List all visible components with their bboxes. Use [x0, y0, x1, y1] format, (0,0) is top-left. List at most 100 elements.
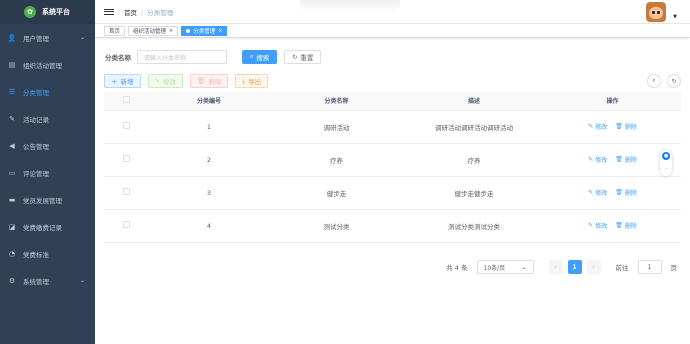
- row-delete-button[interactable]: 🗑 删除: [615, 122, 637, 131]
- next-page-button[interactable]: ›: [586, 260, 601, 274]
- select-all-header: [104, 92, 149, 111]
- refresh-icon: ↻: [292, 53, 298, 61]
- select-all-checkbox[interactable]: [123, 96, 130, 104]
- row-edit-button[interactable]: ✎ 修改: [588, 188, 607, 197]
- sidebar-item[interactable]: ◪ 党费缴费记录: [0, 213, 95, 240]
- close-icon[interactable]: ×: [169, 28, 173, 34]
- sidebar-item-label: 用户管理: [23, 34, 49, 43]
- row-checkbox[interactable]: [123, 122, 130, 129]
- chat-icon[interactable]: ●: [662, 152, 670, 160]
- column-header: 操作: [544, 92, 681, 111]
- sidebar-item[interactable]: 👤 用户管理 ⌄: [0, 24, 95, 51]
- page-suffix: 页: [670, 264, 678, 272]
- row-checkbox[interactable]: [123, 155, 130, 162]
- main-content: 分类名称 请输入分类名称 ⌕ 搜索 ↻ 重置 ＋新增 ✎ 修改 🗑 删除 ⤓ 导出 ⌕ ↻…: [95, 38, 690, 344]
- sidebar-item-label: 评论管理: [23, 169, 49, 178]
- tag-item[interactable]: 组织活动管理 ×: [128, 25, 179, 36]
- cell-desc: 健步走健步走: [404, 176, 544, 210]
- row-checkbox[interactable]: [123, 188, 130, 195]
- goto-page-input[interactable]: 1: [637, 260, 662, 274]
- table-row: 1 调研活动 调研活动调研活动调研活动 ✎ 修改 🗑 删除: [104, 110, 681, 144]
- sidebar-item[interactable]: ☰ 分类管理: [0, 78, 95, 105]
- edit-icon: ✎: [588, 156, 594, 163]
- export-button[interactable]: ⤓ 导出: [235, 74, 269, 88]
- edit-icon: ✎: [154, 77, 160, 85]
- chevron-down-icon: ⌄: [79, 277, 85, 284]
- prev-page-button[interactable]: ‹: [548, 260, 563, 274]
- sidebar-item-label: 党费缴费记录: [23, 223, 62, 232]
- reset-button[interactable]: ↻ 重置: [284, 50, 322, 64]
- sidebar-item-label: 系统管理: [23, 277, 49, 286]
- tag-item[interactable]: 首页: [104, 25, 126, 36]
- sidebar-item-label: 党员发展管理: [23, 196, 62, 205]
- hamburger-icon[interactable]: [104, 8, 114, 15]
- row-checkbox[interactable]: [123, 221, 130, 228]
- sidebar-item-label: 分类管理: [23, 88, 49, 97]
- folder-icon: ▬: [8, 195, 16, 204]
- toggle-search-icon[interactable]: ⌕: [647, 74, 661, 88]
- gear-icon: ⚙: [8, 276, 16, 285]
- app-logo: ✿ 系统平台: [0, 0, 95, 24]
- table-row: 4 测试分类 测试分类测试分类 ✎ 修改 🗑 删除: [104, 209, 681, 243]
- breadcrumb: 首页 / 分类管理: [124, 8, 174, 17]
- add-button[interactable]: ＋新增: [104, 74, 141, 88]
- row-delete-button[interactable]: 🗑 删除: [615, 221, 637, 230]
- sidebar-item[interactable]: ⚙ 系统管理 ⌄: [0, 267, 95, 294]
- search-form: 分类名称 请输入分类名称 ⌕ 搜索 ↻ 重置: [104, 50, 681, 64]
- edit-icon: ✎: [9, 114, 15, 123]
- close-icon[interactable]: ×: [218, 28, 222, 34]
- row-edit-button[interactable]: ✎ 修改: [588, 155, 607, 164]
- category-name-input[interactable]: 请输入分类名称: [137, 50, 227, 64]
- action-toolbar: ＋新增 ✎ 修改 🗑 删除 ⤓ 导出: [104, 74, 681, 88]
- cell-id: 3: [149, 176, 269, 210]
- cell-name: 健步走: [269, 176, 404, 210]
- trash-icon: 🗑: [196, 77, 206, 85]
- delete-button[interactable]: 🗑 删除: [189, 74, 229, 88]
- column-header: 分类名称: [269, 92, 404, 111]
- document-icon: ▤: [8, 60, 16, 69]
- sidebar-item[interactable]: ✎ 活动记录: [0, 105, 95, 132]
- sidebar-item-label: 党费标准: [23, 250, 49, 259]
- tag-item[interactable]: 分类管理 ×: [181, 25, 228, 36]
- cell-name: 疗养: [269, 143, 404, 177]
- breadcrumb-home[interactable]: 首页: [124, 9, 137, 17]
- row-delete-button[interactable]: 🗑 删除: [615, 155, 637, 164]
- sidebar: ✿ 系统平台 👤 用户管理 ⌄ ▤ 组织活动管理 ☰ 分类管理 ✎ 活动记录 ◀ 公告管理 ▭ 评论管理…: [0, 0, 95, 344]
- sidebar-item[interactable]: ▬ 党员发展管理: [0, 186, 95, 213]
- trash-icon: 🗑: [615, 123, 623, 130]
- comment-icon: ▭: [8, 168, 16, 177]
- table-row: 2 疗养 疗养 ✎ 修改 🗑 删除: [104, 143, 681, 177]
- sidebar-item-label: 组织活动管理: [23, 61, 62, 70]
- page-number[interactable]: 1: [567, 260, 582, 274]
- chevron-down-icon[interactable]: ⌄: [664, 165, 668, 171]
- sidebar-item[interactable]: ◀ 公告管理: [0, 132, 95, 159]
- caret-down-icon[interactable]: ▼: [673, 14, 677, 20]
- cell-id: 1: [149, 110, 269, 144]
- floating-widget[interactable]: ● ⌄: [660, 150, 672, 176]
- list-icon: ☰: [8, 87, 16, 96]
- sidebar-item[interactable]: ▭ 评论管理: [0, 159, 95, 186]
- page-size-select[interactable]: 10条/页 ⌄: [476, 260, 534, 274]
- edit-button[interactable]: ✎ 修改: [147, 74, 183, 88]
- plus-icon: ＋: [111, 78, 118, 86]
- search-button[interactable]: ⌕ 搜索: [242, 50, 278, 64]
- sidebar-item[interactable]: ▤ 组织活动管理: [0, 51, 95, 78]
- avatar[interactable]: [646, 2, 666, 22]
- chevron-down-icon: ⌄: [79, 34, 85, 41]
- download-icon: ⤓: [242, 76, 246, 85]
- category-table: 分类编号 分类名称 描述 操作 1 调研活动 调研活动调研活动调研活动 ✎ 修改 🗑 删除 2…: [104, 92, 681, 243]
- pagination: 共 4 条 10条/页 ⌄ ‹ 1 › 前往 1 页: [446, 260, 677, 274]
- row-delete-button[interactable]: 🗑 删除: [615, 188, 637, 197]
- chevron-down-icon: ⌄: [521, 263, 527, 271]
- row-edit-button[interactable]: ✎ 修改: [588, 122, 607, 131]
- cell-name: 测试分类: [269, 209, 404, 243]
- cell-desc: 调研活动调研活动调研活动: [404, 110, 544, 144]
- row-edit-button[interactable]: ✎ 修改: [588, 221, 607, 230]
- sidebar-item[interactable]: ◔ 党费标准: [0, 240, 95, 267]
- edit-icon: ✎: [588, 189, 594, 196]
- refresh-table-icon[interactable]: ↻: [667, 74, 681, 88]
- wallet-icon: ◪: [8, 222, 16, 231]
- user-icon: 👤: [7, 33, 17, 42]
- category-name-label: 分类名称: [105, 54, 131, 62]
- megaphone-icon: ◀: [9, 141, 15, 150]
